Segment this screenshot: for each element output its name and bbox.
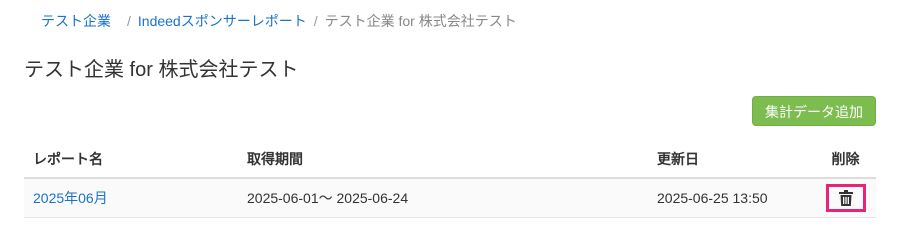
report-table: レポート名 取得期間 更新日 削除 2025年06月 2025-06-01～ 2… (24, 140, 876, 218)
breadcrumb-separator: / (313, 13, 318, 29)
report-updated-cell: 2025-06-25 13:50 (657, 178, 815, 218)
breadcrumb-section-link[interactable]: Indeedスポンサーレポート (138, 11, 307, 31)
column-header-report-name: レポート名 (24, 140, 247, 179)
trash-icon (838, 190, 853, 206)
breadcrumb-current: テスト企業 for 株式会社テスト (324, 13, 517, 29)
delete-report-button[interactable] (825, 184, 866, 212)
page-title: テスト企業 for 株式会社テスト (24, 59, 299, 81)
breadcrumb: テスト企業 / Indeedスポンサーレポート / テスト企業 for 株式会社… (41, 11, 517, 31)
report-delete-cell (815, 178, 876, 218)
column-header-period: 取得期間 (247, 140, 657, 179)
report-name-cell: 2025年06月 (24, 178, 247, 218)
add-aggregate-data-button[interactable]: 集計データ追加 (752, 96, 876, 126)
breadcrumb-separator: / (127, 13, 131, 29)
table-row: 2025年06月 2025-06-01～ 2025-06-24 2025-06-… (24, 178, 876, 218)
report-name-link[interactable]: 2025年06月 (33, 190, 108, 206)
table-header-row: レポート名 取得期間 更新日 削除 (24, 140, 876, 179)
column-header-updated: 更新日 (657, 140, 815, 179)
breadcrumb-company-link[interactable]: テスト企業 (41, 11, 111, 31)
report-period-cell: 2025-06-01～ 2025-06-24 (247, 178, 657, 218)
column-header-delete: 削除 (815, 140, 876, 179)
